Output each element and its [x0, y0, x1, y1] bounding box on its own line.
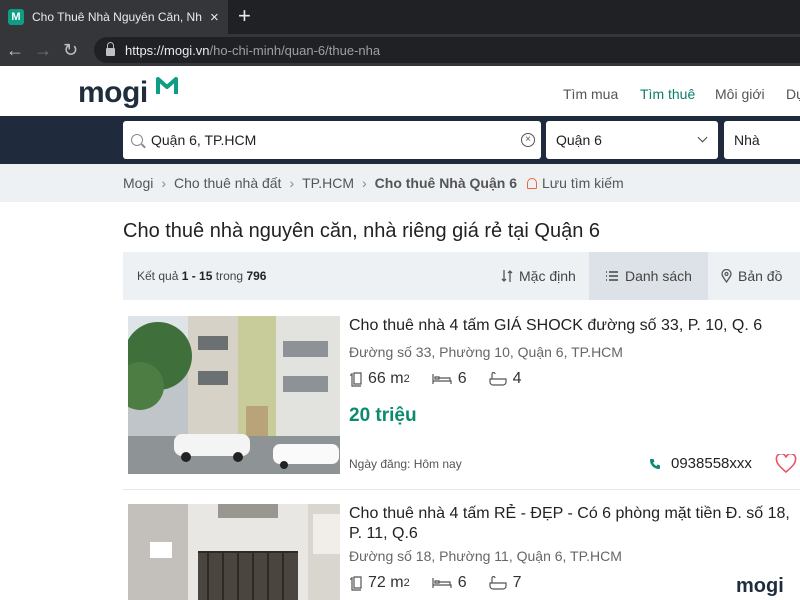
chevron-right-icon: › — [361, 175, 367, 191]
bed-icon — [432, 578, 452, 588]
mogi-logo[interactable]: mogi — [78, 76, 148, 110]
reload-icon[interactable]: ↻ — [63, 38, 78, 62]
phone-number: 0938558xxx — [671, 455, 752, 472]
bathroom-spec: 7 — [489, 574, 522, 592]
map-pin-icon — [721, 269, 732, 283]
save-search-link[interactable]: Lưu tìm kiếm — [542, 175, 624, 191]
bathtub-icon — [489, 372, 507, 386]
site-header: mogi Tìm mua Tìm thuê Môi giới Dự — [0, 66, 800, 116]
chevron-right-icon: › — [289, 175, 295, 191]
listing-price: 20 triệu — [349, 405, 417, 426]
view-map-button[interactable]: Bản đồ — [721, 252, 782, 300]
lock-icon — [106, 42, 115, 56]
nav-tim-mua[interactable]: Tìm mua — [563, 86, 618, 102]
forward-arrow-icon[interactable]: → — [34, 38, 52, 62]
result-total: 796 — [246, 269, 267, 283]
tab-title: Cho Thuê Nhà Nguyên Căn, Nhà — [32, 10, 202, 24]
area-value: 66 m — [368, 370, 404, 387]
chevron-down-icon — [697, 132, 708, 143]
breadcrumb-item-mogi[interactable]: Mogi — [123, 175, 153, 191]
location-search-value: Quận 6, TP.HCM — [151, 132, 257, 148]
area-icon — [350, 371, 362, 387]
listing-item[interactable]: Cho thuê nhà 4 tấm RẺ - ĐẸP - Có 6 phòng… — [123, 504, 800, 600]
bell-icon[interactable] — [527, 177, 537, 189]
listing-photo[interactable] — [128, 504, 340, 600]
search-icon — [131, 134, 143, 146]
listing-item[interactable]: Cho thuê nhà 4 tấm GIÁ SHOCK đường số 33… — [123, 316, 800, 476]
back-arrow-icon[interactable]: ← — [6, 38, 24, 62]
browser-toolbar: ← → ↻ https://mogi.vn /ho-chi-minh/quan-… — [0, 34, 800, 66]
tab-close-icon[interactable]: × — [210, 9, 219, 26]
breadcrumb-item-cho-thue-nha-dat[interactable]: Cho thuê nhà đất — [174, 175, 281, 191]
bed-icon — [432, 374, 452, 384]
mogi-watermark: mogi — [736, 575, 784, 597]
url-path: /ho-chi-minh/quan-6/thue-nha — [209, 42, 381, 58]
browser-tab[interactable]: M Cho Thuê Nhà Nguyên Căn, Nhà × — [0, 0, 228, 34]
listing-address: Đường số 18, Phường 11, Quận 6, TP.HCM — [349, 548, 622, 564]
district-value: Quận 6 — [556, 132, 602, 148]
breadcrumb: Mogi › Cho thuê nhà đất › TP.HCM › Cho t… — [0, 164, 800, 202]
listing-title-continued[interactable]: P. 11, Q.6 — [349, 524, 418, 544]
bedroom-spec: 6 — [432, 370, 467, 388]
area-unit-sup: 2 — [403, 373, 410, 385]
result-prefix: Kết quả — [137, 269, 179, 283]
bedroom-value: 6 — [457, 370, 467, 387]
bathtub-icon — [489, 576, 507, 590]
breadcrumb-item-current: Cho thuê Nhà Quận 6 — [374, 175, 517, 191]
bedroom-value: 6 — [457, 574, 467, 591]
result-count: Kết quả 1 - 15 trong 796 — [137, 269, 266, 283]
heart-icon[interactable] — [775, 454, 797, 474]
breadcrumb-item-tphcm[interactable]: TP.HCM — [302, 175, 354, 191]
area-unit-sup: 2 — [403, 577, 410, 589]
location-search-input[interactable]: Quận 6, TP.HCM × — [123, 121, 541, 159]
area-spec: 66 m2 — [349, 370, 410, 388]
sort-default-button[interactable]: Mặc định — [501, 252, 576, 300]
phone-button[interactable]: 0938558xxx — [649, 455, 752, 472]
area-icon — [350, 575, 362, 591]
area-spec: 72 m2 — [349, 574, 410, 592]
area-value: 72 m — [368, 574, 404, 591]
property-type-dropdown[interactable]: Nhà — [724, 121, 800, 159]
page-title: Cho thuê nhà nguyên căn, nhà riêng giá r… — [123, 220, 601, 242]
new-tab-button[interactable]: + — [238, 4, 251, 28]
list-icon — [606, 271, 618, 281]
nav-moi-gioi[interactable]: Môi giới — [715, 86, 765, 102]
url-host: https://mogi.vn — [125, 42, 210, 58]
property-type-value: Nhà — [734, 132, 760, 148]
mogi-logo-mark-icon — [156, 77, 178, 94]
bedroom-spec: 6 — [432, 574, 467, 592]
listing-title[interactable]: Cho thuê nhà 4 tấm RẺ - ĐẸP - Có 6 phòng… — [349, 504, 790, 524]
nav-tim-thue[interactable]: Tìm thuê — [640, 86, 695, 102]
listing-divider — [123, 489, 800, 490]
sort-icon — [501, 270, 513, 282]
bathroom-spec: 4 — [489, 370, 522, 388]
clear-icon[interactable]: × — [521, 133, 535, 147]
mogi-favicon-icon: M — [8, 9, 24, 25]
bathroom-value: 4 — [512, 370, 522, 387]
listing-photo[interactable] — [128, 316, 340, 474]
listing-address: Đường số 33, Phường 10, Quận 6, TP.HCM — [349, 344, 623, 360]
result-toolbar: Kết quả 1 - 15 trong 796 Mặc định Danh s… — [123, 252, 800, 300]
nav-du-an[interactable]: Dự — [786, 86, 800, 102]
phone-icon — [650, 458, 660, 469]
chevron-right-icon: › — [161, 175, 167, 191]
bathroom-value: 7 — [512, 574, 522, 591]
search-band: Quận 6, TP.HCM × Quận 6 Nhà — [0, 116, 800, 164]
result-mid: trong — [215, 269, 244, 283]
sort-default-label: Mặc định — [519, 268, 576, 284]
listing-specs: 66 m2 6 4 — [349, 370, 544, 388]
district-dropdown[interactable]: Quận 6 — [546, 121, 718, 159]
view-map-label: Bản đồ — [738, 268, 783, 284]
view-list-label: Danh sách — [625, 268, 692, 284]
browser-tab-bar: M Cho Thuê Nhà Nguyên Căn, Nhà × + — [0, 0, 800, 34]
listing-title[interactable]: Cho thuê nhà 4 tấm GIÁ SHOCK đường số 33… — [349, 316, 762, 336]
view-list-button[interactable]: Danh sách — [589, 252, 708, 300]
listing-specs: 72 m2 6 7 — [349, 574, 544, 592]
address-bar[interactable]: https://mogi.vn /ho-chi-minh/quan-6/thue… — [94, 37, 800, 63]
listing-date: Ngày đăng: Hôm nay — [349, 457, 462, 471]
result-range: 1 - 15 — [181, 269, 213, 283]
